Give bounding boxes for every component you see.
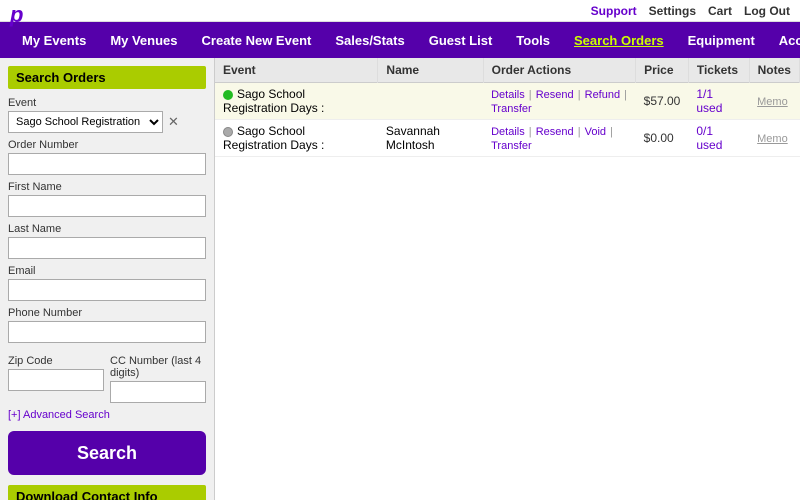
order-number-label: Order Number: [8, 139, 206, 151]
zip-code-label: Zip Code: [8, 355, 104, 367]
event-select[interactable]: Sago School Registration Days :: [8, 111, 163, 133]
col-price: Price: [636, 58, 689, 83]
cell-event: Sago School Registration Days :: [215, 120, 378, 157]
cell-actions: Details | Resend | Refund | Transfer: [483, 83, 636, 120]
last-name-label: Last Name: [8, 223, 206, 235]
status-dot: [223, 127, 233, 137]
col-tickets: Tickets: [688, 58, 749, 83]
cc-number-input[interactable]: [110, 381, 206, 403]
nav-create-new-event[interactable]: Create New Event: [190, 22, 324, 58]
results-body: Sago School Registration Days : Details |…: [215, 83, 800, 157]
nav-tools[interactable]: Tools: [504, 22, 562, 58]
action-separator: |: [621, 89, 627, 101]
first-name-input[interactable]: [8, 195, 206, 217]
email-input[interactable]: [8, 279, 206, 301]
nav-accounting[interactable]: Accounting: [767, 22, 800, 58]
status-dot: [223, 90, 233, 100]
col-name: Name: [378, 58, 483, 83]
action-link-details[interactable]: Details: [491, 126, 525, 138]
event-select-wrapper: Sago School Registration Days : ✕: [8, 111, 206, 133]
phone-number-input[interactable]: [8, 321, 206, 343]
results-table: Event Name Order Actions Price Tickets N…: [215, 58, 800, 157]
cell-event: Sago School Registration Days :: [215, 83, 378, 120]
content-area: Event Name Order Actions Price Tickets N…: [215, 58, 800, 500]
remove-event-button[interactable]: ✕: [166, 114, 181, 130]
table-row: Sago School Registration Days :Savannah …: [215, 120, 800, 157]
cell-tickets: 0/1 used: [688, 120, 749, 157]
nav-guest-list[interactable]: Guest List: [417, 22, 505, 58]
action-link-details[interactable]: Details: [491, 89, 525, 101]
tickets-link[interactable]: 1/1 used: [696, 87, 722, 115]
table-header: Event Name Order Actions Price Tickets N…: [215, 58, 800, 83]
nav-bar: My Events My Venues Create New Event Sal…: [0, 22, 800, 58]
col-notes: Notes: [749, 58, 799, 83]
search-button[interactable]: Search: [8, 431, 206, 475]
action-separator: |: [526, 126, 535, 138]
action-link-transfer[interactable]: Transfer: [491, 103, 532, 115]
memo-link[interactable]: Memo: [757, 96, 788, 108]
action-link-resend[interactable]: Resend: [536, 89, 574, 101]
memo-link[interactable]: Memo: [757, 133, 788, 145]
top-nav-links: Support Settings Cart Log Out: [579, 4, 790, 18]
cell-price: $0.00: [636, 120, 689, 157]
cell-price: $57.00: [636, 83, 689, 120]
cell-notes: Memo: [749, 120, 799, 157]
action-link-resend[interactable]: Resend: [536, 126, 574, 138]
header-row: Event Name Order Actions Price Tickets N…: [215, 58, 800, 83]
email-label: Email: [8, 265, 206, 277]
support-link[interactable]: Support: [591, 4, 637, 18]
sidebar: Search Orders Event Sago School Registra…: [0, 58, 215, 500]
cell-name: Savannah McIntosh: [378, 120, 483, 157]
zip-code-input[interactable]: [8, 369, 104, 391]
action-separator: |: [575, 126, 584, 138]
advanced-search-link[interactable]: [+] Advanced Search: [8, 409, 110, 421]
action-link-refund[interactable]: Refund: [585, 89, 620, 101]
cart-link[interactable]: Cart: [708, 4, 732, 18]
nav-equipment[interactable]: Equipment: [676, 22, 767, 58]
top-bar: p Support Settings Cart Log Out: [0, 0, 800, 22]
tickets-link[interactable]: 0/1 used: [696, 124, 722, 152]
col-order-actions: Order Actions: [483, 58, 636, 83]
logout-link[interactable]: Log Out: [744, 4, 790, 18]
nav-my-venues[interactable]: My Venues: [98, 22, 189, 58]
col-event: Event: [215, 58, 378, 83]
settings-link[interactable]: Settings: [649, 4, 696, 18]
cc-number-label: CC Number (last 4 digits): [110, 355, 206, 379]
download-section: Download Contact Info Event All Events I…: [8, 485, 206, 500]
nav-search-orders[interactable]: Search Orders: [562, 22, 676, 58]
nav-sales-stats[interactable]: Sales/Stats: [323, 22, 416, 58]
zip-col: Zip Code: [8, 349, 104, 403]
action-link-void[interactable]: Void: [585, 126, 606, 138]
phone-number-label: Phone Number: [8, 307, 206, 319]
first-name-label: First Name: [8, 181, 206, 193]
action-separator: |: [526, 89, 535, 101]
order-number-input[interactable]: [8, 153, 206, 175]
action-separator: |: [575, 89, 584, 101]
cell-actions: Details | Resend | Void | Transfer: [483, 120, 636, 157]
table-row: Sago School Registration Days : Details |…: [215, 83, 800, 120]
cell-tickets: 1/1 used: [688, 83, 749, 120]
main-layout: Search Orders Event Sago School Registra…: [0, 58, 800, 500]
logo-area: p: [10, 2, 23, 28]
cell-notes: Memo: [749, 83, 799, 120]
cell-name: [378, 83, 483, 120]
event-label: Event: [8, 97, 206, 109]
search-orders-header: Search Orders: [8, 66, 206, 89]
download-header: Download Contact Info: [8, 485, 206, 500]
action-link-transfer[interactable]: Transfer: [491, 140, 532, 152]
action-separator: |: [607, 126, 613, 138]
zip-cc-row: Zip Code CC Number (last 4 digits): [8, 349, 206, 403]
last-name-input[interactable]: [8, 237, 206, 259]
cc-col: CC Number (last 4 digits): [110, 349, 206, 403]
